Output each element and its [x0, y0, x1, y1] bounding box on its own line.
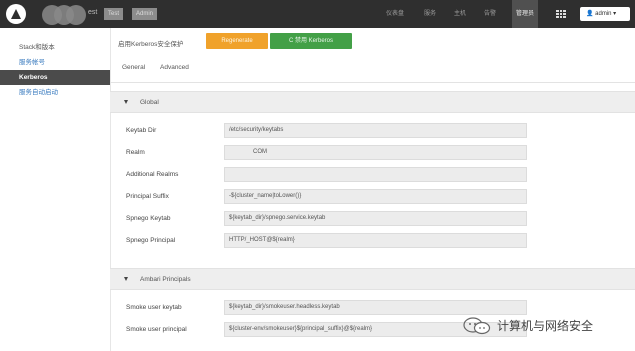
section-ambari-principals-header[interactable]: Ambari Principals: [110, 268, 635, 290]
watermark: 计算机与网络安全: [463, 316, 635, 336]
field-label: Spnego Principal: [126, 237, 176, 244]
user-menu-button[interactable]: 👤 admin ▾: [580, 7, 630, 21]
nav-services[interactable]: 服务: [420, 0, 440, 28]
brand-name: est: [88, 9, 98, 16]
section-title: Global: [140, 99, 159, 106]
logo-mark-icon: [11, 9, 21, 19]
field-label: Smoke user principal: [126, 326, 187, 333]
user-icon: 👤: [586, 11, 594, 17]
field-label: Spnego Keytab: [126, 215, 171, 222]
field-label: Principal Suffix: [126, 193, 169, 200]
nav-admin[interactable]: 管理员: [512, 0, 539, 28]
sidebar-item-service-accounts[interactable]: 服务帐号: [0, 55, 110, 70]
tab-advanced[interactable]: Advanced: [160, 64, 189, 71]
wechat-icon: [463, 317, 491, 335]
user-label: admin: [595, 11, 612, 17]
watermark-text: 计算机与网络安全: [497, 319, 594, 333]
caret-down-icon: [124, 100, 128, 104]
field-label: Additional Realms: [126, 171, 179, 178]
field-label: Smoke user keytab: [126, 304, 182, 311]
spnego-principal-input[interactable]: HTTP/_HOST@${realm}: [224, 233, 527, 248]
keytab-dir-input[interactable]: /etc/security/keytabs: [224, 123, 527, 138]
smoke-user-keytab-input[interactable]: ${keytab_dir}/smokeuser.headless.keytab: [224, 300, 527, 315]
nav-hosts[interactable]: 主机: [450, 0, 470, 28]
sidebar-item-service-auto-start[interactable]: 服务自动启动: [0, 85, 110, 100]
realm-value: COM: [253, 149, 267, 155]
tabs-divider: [110, 82, 635, 83]
breadcrumb: 启用Kerberos安全保护: [118, 41, 184, 48]
cluster-badge: Test: [104, 8, 124, 20]
logo[interactable]: [6, 4, 26, 24]
sidebar: Stack和版本 服务帐号 Kerberos 服务自动启动: [0, 28, 110, 100]
section-title: Ambari Principals: [140, 276, 191, 283]
sidebar-divider: [110, 28, 111, 351]
sidebar-item-stack-versions[interactable]: Stack和版本: [0, 40, 110, 55]
nav-alerts[interactable]: 告警: [480, 0, 500, 28]
sidebar-item-kerberos[interactable]: Kerberos: [0, 70, 110, 85]
realm-input[interactable]: COM: [224, 145, 527, 160]
principal-suffix-input[interactable]: -${cluster_name|toLower()}: [224, 189, 527, 204]
regenerate-keytabs-button[interactable]: Regenerate: [206, 33, 268, 49]
nav-dashboard[interactable]: 仪表盘: [382, 0, 408, 28]
disable-kerberos-button[interactable]: C 禁用 Kerberos: [270, 33, 352, 49]
additional-realms-input[interactable]: [224, 167, 527, 182]
top-navbar: est Test Admin 仪表盘 服务 主机 告警 管理员 👤 admin …: [0, 0, 635, 28]
tab-general[interactable]: General: [122, 64, 145, 71]
field-label: Realm: [126, 149, 145, 156]
spnego-keytab-input[interactable]: ${keytab_dir}/spnego.service.keytab: [224, 211, 527, 226]
field-label: Keytab Dir: [126, 127, 157, 134]
redacted-brand-mark: [66, 5, 86, 25]
section-global-header[interactable]: Global: [110, 91, 635, 113]
grid-icon[interactable]: [556, 10, 566, 18]
chevron-down-icon: ▾: [613, 11, 617, 17]
caret-down-icon: [124, 277, 128, 281]
cluster-badge: Admin: [132, 8, 158, 20]
